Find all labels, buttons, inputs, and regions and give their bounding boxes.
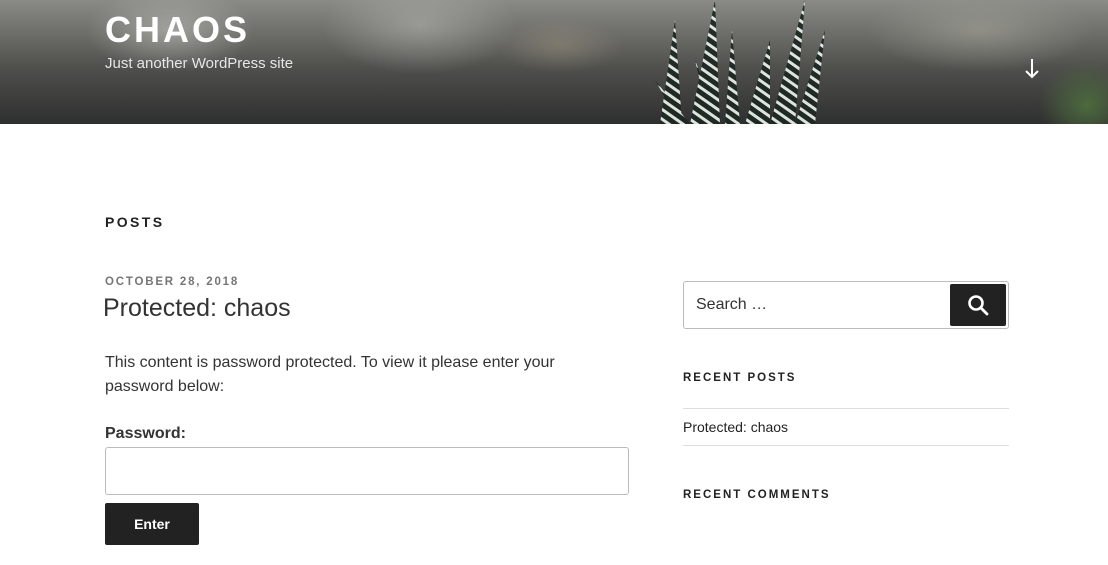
password-label: Password:: [105, 425, 186, 442]
password-input[interactable]: [105, 447, 629, 495]
foliage-decoration: [1038, 60, 1108, 124]
enter-button[interactable]: Enter: [105, 503, 199, 545]
scroll-down-button[interactable]: [1020, 54, 1044, 82]
post-date[interactable]: OCTOBER 28, 2018: [105, 276, 239, 288]
password-protected-notice: This content is password protected. To v…: [105, 354, 555, 395]
arrow-down-icon: [1025, 59, 1039, 79]
recent-post-link[interactable]: Protected: chaos: [683, 419, 788, 435]
recent-posts-title: RECENT POSTS: [683, 372, 797, 384]
site-title[interactable]: CHAOS: [105, 9, 250, 51]
plant-image: [655, 0, 825, 124]
search-icon: [968, 295, 989, 316]
search-placeholder: Search …: [696, 296, 768, 313]
site-header: CHAOS Just another WordPress site: [0, 0, 1108, 124]
site-description: Just another WordPress site: [105, 55, 294, 72]
recent-comments-title: RECENT COMMENTS: [683, 489, 831, 501]
recent-posts-list: Protected: chaos: [683, 408, 1009, 446]
search-button[interactable]: [950, 284, 1006, 326]
search-input[interactable]: Search …: [683, 281, 1009, 329]
page-title: POSTS: [105, 214, 165, 230]
post-title: Protected: chaos: [103, 294, 291, 322]
